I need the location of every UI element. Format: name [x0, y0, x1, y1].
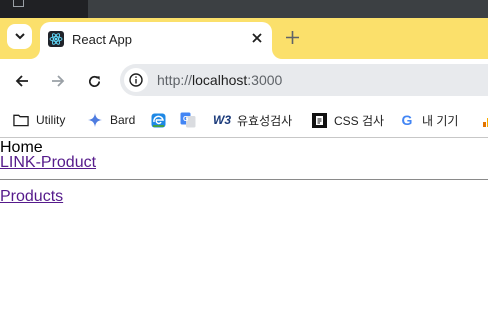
bookmark-validation[interactable]: W3 유효성검사: [213, 110, 293, 130]
bookmark-label: Bard: [110, 113, 136, 127]
css-validator-icon: [311, 112, 327, 128]
react-logo-icon: [48, 31, 64, 47]
bookmark-css-check[interactable]: CSS 검사: [311, 110, 384, 130]
url-port: :3000: [247, 72, 283, 88]
bookmarks-bar: Utility Bard G W3 유효성검사 CSS 검사 G 내 기기: [0, 103, 488, 137]
svg-text:G: G: [183, 116, 189, 123]
info-icon[interactable]: [124, 68, 148, 92]
horizontal-rule: [0, 179, 488, 180]
bookmark-my-device[interactable]: G 내 기기: [399, 110, 459, 130]
tab-search-button[interactable]: [7, 24, 32, 49]
window-restore-icon[interactable]: [13, 0, 24, 7]
url-text[interactable]: http://localhost:3000: [157, 72, 282, 88]
bookmark-label: 유효성검사: [237, 113, 293, 128]
link-product[interactable]: LINK-Product: [0, 154, 96, 172]
url-scheme: http://: [157, 72, 193, 88]
close-icon[interactable]: [249, 30, 265, 46]
address-bar[interactable]: http://localhost:3000: [120, 64, 488, 96]
bookmark-label: 내 기기: [422, 113, 459, 128]
arrow-right-icon[interactable]: [48, 71, 68, 91]
arrow-left-icon[interactable]: [12, 71, 32, 91]
chart-bars-icon: [479, 112, 488, 128]
edge-like-icon: [150, 112, 166, 128]
bard-sparkle-icon: [87, 112, 103, 128]
google-translate-icon: G: [180, 112, 196, 128]
tab-react-app[interactable]: React App: [40, 22, 272, 59]
google-g-icon: G: [401, 112, 413, 128]
w3c-icon: W3: [213, 113, 231, 127]
bookmark-label: CSS 검사: [334, 113, 385, 128]
tab-strip: React App: [0, 18, 488, 59]
bookmark-utility[interactable]: Utility: [13, 110, 65, 130]
plus-icon[interactable]: [283, 28, 301, 46]
bookmark-edge[interactable]: [150, 110, 173, 130]
bookmark-bard[interactable]: Bard: [87, 110, 135, 130]
page-content: Home LINK-Product Products: [0, 138, 488, 324]
bookmark-label: Utility: [36, 113, 66, 127]
chevron-down-icon: [14, 33, 25, 40]
tab-title: React App: [72, 32, 132, 47]
window-title-strip: [0, 0, 488, 18]
bookmark-overflow[interactable]: [479, 110, 488, 130]
reload-icon[interactable]: [84, 71, 104, 91]
taskbar-tile: [0, 0, 88, 18]
url-host: localhost: [192, 72, 248, 88]
link-products[interactable]: Products: [0, 188, 63, 206]
bookmark-translate[interactable]: G: [180, 110, 203, 130]
browser-toolbar: http://localhost:3000: [0, 59, 488, 103]
folder-icon: [13, 112, 29, 128]
